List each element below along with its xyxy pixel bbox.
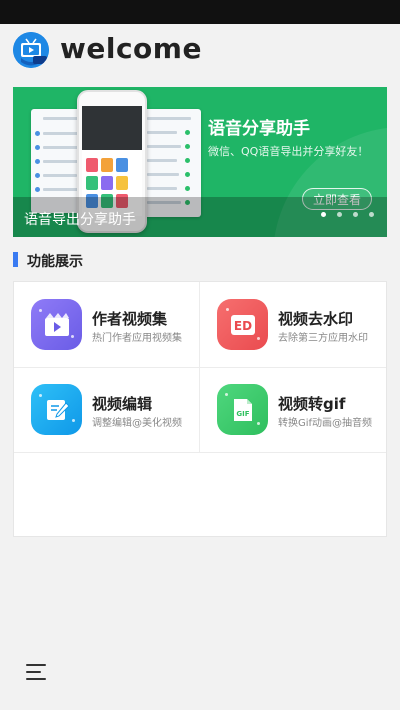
feature-grid: 作者视频集 热门作者应用视频集 ED 视频去水印 去除第三方应用水印 视频编辑 … [13,281,387,537]
banner-dot[interactable] [337,212,342,217]
promo-banner[interactable]: 语音分享助手 微信、QQ语音导出并分享好友！ 立即查看 语音导出分享助手 [13,87,387,237]
banner-caption: 语音导出分享助手 [24,212,136,228]
feature-author-videos[interactable]: 作者视频集 热门作者应用视频集 [14,282,200,367]
svg-text:ED: ED [233,319,251,333]
banner-dot[interactable] [353,212,358,217]
section-title: 功能展示 [27,254,83,270]
feature-desc: 热门作者应用视频集 [92,333,182,344]
status-bar [0,0,400,24]
feature-title: 视频去水印 [278,310,354,328]
feature-remove-watermark[interactable]: ED 视频去水印 去除第三方应用水印 [200,282,386,367]
ed-badge-icon: ED [217,299,268,350]
app-header: welcome [0,24,400,80]
banner-heading: 语音分享助手 [208,119,310,139]
feature-title: 作者视频集 [92,310,168,328]
app-title: welcome [60,32,202,65]
section-marker [13,252,18,267]
feature-title: 视频编辑 [92,395,153,413]
menu-icon[interactable] [26,660,50,684]
gif-icon: GIF [217,384,268,435]
feature-desc: 转换Gif动画@抽音频 [278,418,373,429]
feature-video-to-gif[interactable]: GIF 视频转gif 转换Gif动画@抽音频 [200,367,386,452]
banner-dot[interactable] [369,212,374,217]
tv-icon [13,32,49,68]
feature-video-edit[interactable]: 视频编辑 调整编辑@美化视频 [14,367,200,452]
feature-desc: 调整编辑@美化视频 [92,418,182,429]
banner-pagination [321,212,374,218]
banner-dot[interactable] [321,212,326,217]
banner-subtext: 微信、QQ语音导出并分享好友！ [208,145,369,158]
feature-title: 视频转gif [278,395,346,413]
edit-icon [31,384,82,435]
feature-desc: 去除第三方应用水印 [278,333,368,344]
film-icon [31,299,82,350]
svg-text:GIF: GIF [236,410,249,418]
